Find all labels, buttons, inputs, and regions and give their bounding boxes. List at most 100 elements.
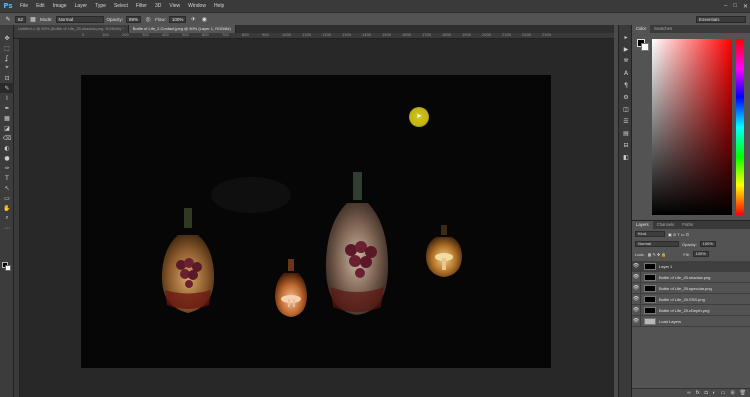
ruler-tick-label: 1900 xyxy=(462,33,471,37)
tool-1-icon[interactable]: ⬚ xyxy=(0,43,14,53)
tool-18-icon[interactable]: ⌕ xyxy=(0,213,14,223)
tool-13-icon[interactable]: ✑ xyxy=(0,163,14,173)
tool-19-icon[interactable]: ⋯ xyxy=(0,223,14,233)
opacity-field[interactable]: 89% xyxy=(126,15,142,23)
tab-channels[interactable]: Channels xyxy=(653,221,679,229)
tool-15-icon[interactable]: ↖ xyxy=(0,183,14,193)
menu-select[interactable]: Select xyxy=(110,0,132,12)
layer-row[interactable]: 👁 Load Layers xyxy=(632,315,750,327)
menu-layer[interactable]: Layer xyxy=(71,0,92,12)
airbrush-icon[interactable]: ✈ xyxy=(189,15,197,23)
layer-row[interactable]: 👁 Layer 1 xyxy=(632,260,750,272)
flow-field[interactable]: 100% xyxy=(168,15,187,23)
menu-help[interactable]: Help xyxy=(210,0,228,12)
pressure-opacity-icon[interactable]: ◎ xyxy=(144,15,152,23)
tool-2-icon[interactable]: ʆ xyxy=(0,53,14,63)
menu-3d[interactable]: 3D xyxy=(151,0,165,12)
menu-edit[interactable]: Edit xyxy=(32,0,49,12)
tool-17-icon[interactable]: ✋ xyxy=(0,203,14,213)
layer-row[interactable]: 👁 Bottle of Life_25.specular.png xyxy=(632,282,750,294)
dock-panel-7-icon[interactable]: ☰ xyxy=(619,115,633,127)
document-canvas[interactable] xyxy=(81,75,551,368)
new-group-icon[interactable]: ▭ xyxy=(721,390,726,396)
dock-panel-10-icon[interactable]: ◧ xyxy=(619,151,633,163)
dock-panel-5-icon[interactable]: ⚙ xyxy=(619,91,633,103)
menu-bar: Ps File Edit Image Layer Type Select Filter 3D V… xyxy=(0,0,750,12)
tool-0-icon[interactable]: ✥ xyxy=(0,33,14,43)
menu-filter[interactable]: Filter xyxy=(132,0,151,12)
dock-panel-6-icon[interactable]: ◫ xyxy=(619,103,633,115)
tool-9-icon[interactable]: ◪ xyxy=(0,123,14,133)
delete-layer-icon[interactable]: 🗑 xyxy=(740,390,746,396)
color-panel: Color Swatches xyxy=(632,25,750,220)
maximize-icon[interactable]: □ xyxy=(733,3,737,9)
pressure-size-icon[interactable]: ◉ xyxy=(200,15,208,23)
layers-panel: Layers Channels Paths Kind ▣ ⊘ T ▭ ⊡ Nor… xyxy=(632,220,750,397)
minimize-icon[interactable]: – xyxy=(724,3,727,9)
add-mask-icon[interactable]: ◘ xyxy=(705,390,708,396)
dock-panel-3-icon[interactable]: A xyxy=(619,67,633,79)
fill-field[interactable]: 100% xyxy=(692,251,709,257)
visibility-eye-icon[interactable]: 👁 xyxy=(632,260,641,272)
visibility-eye-icon[interactable]: 👁 xyxy=(632,293,641,305)
tool-8-icon[interactable]: ▦ xyxy=(0,113,14,123)
mode-select[interactable]: Normal xyxy=(55,15,104,23)
brush-size-picker[interactable]: 62 xyxy=(15,15,27,23)
menu-type[interactable]: Type xyxy=(91,0,110,12)
layer-thumbnail xyxy=(644,306,656,314)
tool-12-icon[interactable]: ● xyxy=(0,153,14,163)
tab-untitled-1[interactable]: Untitled-1 @ 50% (Bottle of Life_25.shad… xyxy=(14,25,129,33)
tool-11-icon[interactable]: ◐ xyxy=(0,143,14,153)
tab-swatches[interactable]: Swatches xyxy=(650,25,676,33)
new-layer-icon[interactable]: ⊞ xyxy=(730,390,734,396)
dock-panel-8-icon[interactable]: ▤ xyxy=(619,127,633,139)
tab-color[interactable]: Color xyxy=(632,25,651,33)
tool-6-icon[interactable]: ⌇ xyxy=(0,93,14,103)
visibility-eye-icon[interactable]: 👁 xyxy=(632,271,641,283)
visibility-eye-icon[interactable]: 👁 xyxy=(632,282,641,294)
dock-panel-1-icon[interactable]: ▶ xyxy=(619,43,633,55)
menu-image[interactable]: Image xyxy=(49,0,71,12)
dock-panel-0-icon[interactable]: ▸ xyxy=(619,31,633,43)
link-layers-icon[interactable]: ∞ xyxy=(687,390,691,396)
tool-3-icon[interactable]: ⌖ xyxy=(0,63,14,73)
background-color-box[interactable] xyxy=(641,43,649,51)
tool-16-icon[interactable]: ▭ xyxy=(0,193,14,203)
layer-row[interactable]: 👁 Bottle of Life_25.zDepth.png xyxy=(632,304,750,316)
dock-panel-4-icon[interactable]: ¶ xyxy=(619,79,633,91)
color-picker-field[interactable] xyxy=(652,39,732,215)
adjustment-layer-icon[interactable]: ◐ xyxy=(713,390,716,396)
close-icon[interactable]: ✕ xyxy=(743,3,748,10)
workspace-select[interactable]: Essentials xyxy=(696,16,746,23)
tab-layers[interactable]: Layers xyxy=(632,221,653,229)
visibility-eye-icon[interactable]: 👁 xyxy=(632,315,641,327)
dock-panel-9-icon[interactable]: ⊟ xyxy=(619,139,633,151)
canvas-area[interactable]: ➤ xyxy=(20,39,614,397)
background-color-swatch[interactable] xyxy=(5,265,11,271)
tool-10-icon[interactable]: ⌫ xyxy=(0,133,14,143)
tool-7-icon[interactable]: ✒ xyxy=(0,103,14,113)
visibility-eye-icon[interactable]: 👁 xyxy=(632,304,641,316)
lock-icons[interactable]: ▦ ✎ ✥ 🔒 xyxy=(648,252,667,257)
ruler-tick-label: 1300 xyxy=(342,33,351,37)
tab-paths[interactable]: Paths xyxy=(678,221,697,229)
menu-window[interactable]: Window xyxy=(184,0,210,12)
brush-panel-icon[interactable]: ▦ xyxy=(29,15,37,23)
menu-view[interactable]: View xyxy=(165,0,184,12)
brush-tool-icon[interactable]: ✎ xyxy=(4,15,12,23)
tab-bottle-of-life-contact[interactable]: Bottle of Life_2.Contact.jpeg @ 50% (Lay… xyxy=(128,25,236,33)
blend-mode-select[interactable]: Normal xyxy=(635,241,679,247)
layer-row[interactable]: 👁 Bottle of Life_25.shadow.png xyxy=(632,271,750,283)
filter-icons[interactable]: ▣ ⊘ T ▭ ⊡ xyxy=(668,232,689,237)
tool-14-icon[interactable]: T xyxy=(0,173,14,183)
tool-4-icon[interactable]: ⊡ xyxy=(0,73,14,83)
mode-label: Mode: xyxy=(40,16,53,22)
menu-file[interactable]: File xyxy=(16,0,32,12)
layer-opacity-field[interactable]: 100% xyxy=(699,241,716,247)
layer-row[interactable]: 👁 Bottle of Life_25.SSS.png xyxy=(632,293,750,305)
layer-style-icon[interactable]: fx xyxy=(696,390,700,396)
dock-panel-2-icon[interactable]: ⛯ xyxy=(619,55,633,67)
tool-5-icon[interactable]: ✎ xyxy=(0,83,14,93)
hue-slider[interactable] xyxy=(736,39,744,215)
kind-filter-select[interactable]: Kind xyxy=(635,231,665,237)
